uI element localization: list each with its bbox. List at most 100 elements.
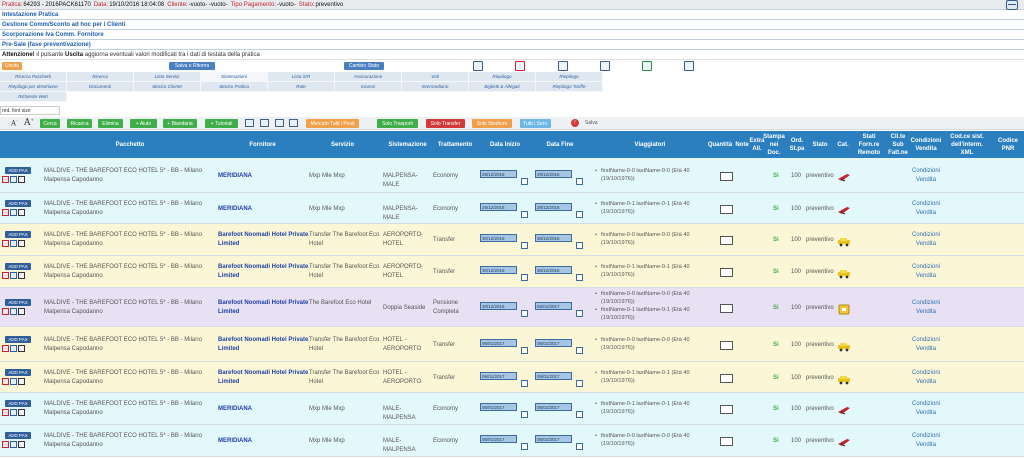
col-pacchetto[interactable]: Pacchetto: [40, 131, 220, 158]
col-cliente-sub[interactable]: Cli.te Sub Fatt.ne: [886, 131, 910, 158]
calendar-icon[interactable]: [576, 411, 583, 418]
nav-riepilogo-destinazione[interactable]: Riepilogo per destinione: [0, 82, 67, 92]
quantita-input[interactable]: [720, 405, 733, 414]
refresh-small-icon[interactable]: [289, 119, 298, 127]
col-condizioni[interactable]: Condizioni Vendita: [910, 131, 942, 158]
tutti-servizi-button[interactable]: Tutti i Serv.: [520, 119, 551, 128]
nav-sistemazioni[interactable]: Sistemazioni: [201, 72, 268, 82]
calendar-icon[interactable]: [576, 347, 583, 354]
section-gestione-comm[interactable]: Gestione Comm/Sconto ad hoc per i Client…: [0, 20, 1024, 30]
mercato-button[interactable]: Mercato Tutti i Posti: [306, 119, 359, 128]
delete-icon[interactable]: [2, 308, 9, 315]
data-inizio-input[interactable]: 06/01/2017: [480, 435, 517, 443]
checklist-icon[interactable]: [558, 61, 568, 71]
print-icon[interactable]: [18, 345, 25, 352]
calendar-icon[interactable]: [576, 310, 583, 317]
add-pax-button[interactable]: ADD PAX: [5, 231, 31, 238]
fornitore-cell[interactable]: MERIDIANA: [218, 205, 310, 214]
col-stati-fornitore[interactable]: Stati Forn.re Remoto: [854, 131, 884, 158]
condizioni-vendita-link[interactable]: Condizioni Vendita: [908, 336, 944, 354]
cerca-button[interactable]: Cerca: [40, 119, 60, 128]
nav-biglietti-allegati[interactable]: Biglietti & Allegati: [469, 82, 536, 92]
print-icon[interactable]: [18, 176, 25, 183]
calendar-icon[interactable]: [576, 274, 583, 281]
grid-small-icon[interactable]: [260, 119, 269, 127]
data-fine-input[interactable]: 06/01/2017: [535, 435, 572, 443]
nav-voli[interactable]: Voli: [402, 72, 469, 82]
col-viaggiatori[interactable]: Viaggiatori: [590, 131, 710, 158]
calendar-icon[interactable]: [521, 211, 528, 218]
condizioni-vendita-link[interactable]: Condizioni Vendita: [908, 231, 944, 249]
fornitore-cell[interactable]: Barefoot Noomadi Hotel Private Limited: [218, 336, 310, 354]
nav-lista-sr[interactable]: Lista S/R: [268, 72, 335, 82]
print-icon[interactable]: [18, 209, 25, 216]
col-note[interactable]: Note: [734, 131, 750, 158]
delete-icon[interactable]: [2, 441, 9, 448]
condizioni-vendita-link[interactable]: Condizioni Vendita: [908, 167, 944, 185]
window-icon[interactable]: [1006, 0, 1018, 10]
calendar-icon[interactable]: [521, 380, 528, 387]
col-stampa[interactable]: Stampa nei Doc.: [763, 131, 785, 158]
col-ord[interactable]: Ord. St.pa: [787, 131, 807, 158]
data-fine-input[interactable]: 29/12/2016: [535, 170, 572, 178]
data-inizio-input[interactable]: 30/12/2016: [480, 234, 517, 242]
add-pax-button[interactable]: ADD PAX: [5, 336, 31, 343]
salva-link[interactable]: Salva: [585, 120, 598, 126]
data-fine-input[interactable]: 29/12/2016: [535, 203, 572, 211]
data-inizio-input[interactable]: 30/12/2016: [480, 302, 517, 310]
font-increase-icon[interactable]: A+: [24, 117, 34, 128]
aiuto-button[interactable]: + Aiuto: [130, 119, 157, 128]
quantita-input[interactable]: [720, 205, 733, 214]
calendar-icon[interactable]: [521, 274, 528, 281]
data-fine-input[interactable]: 06/01/2017: [535, 403, 572, 411]
add-pax-button[interactable]: ADD PAX: [5, 369, 31, 376]
nav-lista-servizi[interactable]: Lista Servizi: [134, 72, 201, 82]
add-pax-button[interactable]: ADD PAX: [5, 299, 31, 306]
ricarica-button[interactable]: Ricarica: [67, 119, 92, 128]
uscita-button[interactable]: Uscita: [2, 62, 22, 70]
add-pax-button[interactable]: ADD PAX: [5, 200, 31, 207]
edit-small-icon[interactable]: [245, 119, 254, 127]
solo-trasporti-button[interactable]: Solo Trasporti: [377, 119, 418, 128]
delete-icon[interactable]: [2, 409, 9, 416]
nav-storico-pratica[interactable]: Storico Pratica: [201, 82, 268, 92]
edit-icon[interactable]: [10, 176, 17, 183]
print-icon[interactable]: [18, 240, 25, 247]
col-trattamento[interactable]: Trattamento: [432, 131, 478, 158]
add-pax-button[interactable]: ADD PAX: [5, 167, 31, 174]
edit-icon[interactable]: [10, 345, 17, 352]
col-quantita[interactable]: Quantità: [705, 131, 735, 158]
edit-icon[interactable]: [10, 441, 17, 448]
font-size-field[interactable]: red. font size: [0, 106, 60, 115]
col-cat[interactable]: Cat.: [833, 131, 853, 158]
fornitore-cell[interactable]: Barefoot Noomadi Hotel Private Limited: [218, 299, 310, 317]
section-pre-sale[interactable]: Pre-Sale (fase preventivazione): [0, 40, 1024, 50]
calendar-icon[interactable]: [576, 380, 583, 387]
pdf-icon[interactable]: [515, 61, 525, 71]
delete-icon[interactable]: [2, 209, 9, 216]
quantita-input[interactable]: [720, 172, 733, 181]
condizioni-vendita-link[interactable]: Condizioni Vendita: [908, 263, 944, 281]
condizioni-vendita-link[interactable]: Condizioni Vendita: [908, 299, 944, 317]
font-decrease-icon[interactable]: A-: [11, 118, 17, 127]
calendar-icon[interactable]: [521, 310, 528, 317]
edit-icon[interactable]: [10, 240, 17, 247]
nav-incassi[interactable]: Incassi: [335, 82, 402, 92]
add-pax-button[interactable]: ADD PAX: [5, 400, 31, 407]
mail-icon[interactable]: [642, 61, 652, 71]
print-icon[interactable]: [18, 441, 25, 448]
calendar-icon[interactable]: [521, 347, 528, 354]
condizioni-vendita-link[interactable]: Condizioni Vendita: [908, 369, 944, 387]
col-fornitore[interactable]: Fornitore: [215, 131, 310, 158]
delete-icon[interactable]: [2, 272, 9, 279]
data-inizio-input[interactable]: 29/12/2016: [480, 203, 517, 211]
col-data-inizio[interactable]: Data Inizio: [480, 131, 530, 158]
data-inizio-input[interactable]: 29/12/2016: [480, 170, 517, 178]
fornitore-cell[interactable]: Barefoot Noomadi Hotel Private Limited: [218, 369, 310, 387]
fornitore-cell[interactable]: MERIDIANA: [218, 172, 310, 181]
quantita-input[interactable]: [720, 374, 733, 383]
calendar-icon[interactable]: [521, 242, 528, 249]
add-pax-button[interactable]: ADD PAX: [5, 432, 31, 439]
data-fine-input[interactable]: 30/12/2016: [535, 234, 572, 242]
data-fine-input[interactable]: 06/01/2017: [535, 339, 572, 347]
